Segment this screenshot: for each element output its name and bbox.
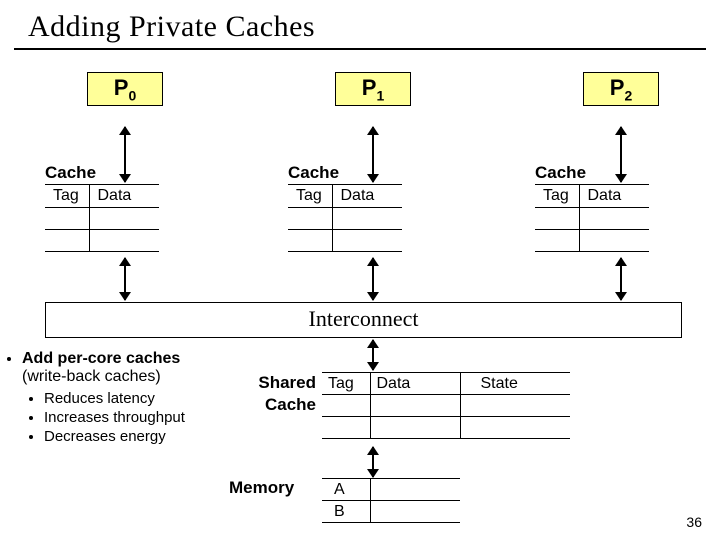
shared-label-line2: Cache (265, 395, 316, 414)
memory-rowA-key: A (322, 479, 370, 501)
cache-table-0: TagData (45, 184, 159, 252)
cache0-row2-tag (45, 230, 89, 252)
processor-p0: P0 (87, 72, 163, 106)
cache0-tag-header: Tag (45, 185, 89, 208)
p2-sub: 2 (624, 87, 632, 103)
shared-row1-tag (322, 395, 370, 417)
arrow-interconnect-shared (372, 340, 374, 370)
title-rule (14, 48, 706, 50)
memory-rowB-key: B (322, 501, 370, 523)
p1-sub: 1 (376, 87, 384, 103)
processor-p1: P1 (335, 72, 411, 106)
cache-table-2: TagData (535, 184, 649, 252)
arrow-p2-cache (620, 127, 622, 182)
cache1-tag-header: Tag (288, 185, 332, 208)
subbullet-3: Decreases energy (44, 428, 304, 445)
shared-row1-state (460, 395, 570, 417)
memory-rowB-val (370, 501, 460, 523)
memory-rowA-val (370, 479, 460, 501)
shared-row2-state (460, 417, 570, 439)
cache2-row2-tag (535, 230, 579, 252)
p1-label: P (362, 75, 377, 100)
processor-row: P0 P1 P2 (0, 72, 720, 122)
processor-p2: P2 (583, 72, 659, 106)
shared-row1-data (370, 395, 460, 417)
arrow-shared-memory (372, 447, 374, 477)
p0-sub: 0 (128, 87, 136, 103)
slide-number: 36 (686, 514, 702, 530)
shared-row2-data (370, 417, 460, 439)
cache1-data-header: Data (332, 185, 402, 208)
cache0-data-header: Data (89, 185, 159, 208)
cache1-row1-data (332, 208, 402, 230)
arrow-p0-cache (124, 127, 126, 182)
slide-title: Adding Private Caches (0, 0, 720, 48)
shared-label-line1: Shared (258, 373, 316, 392)
p0-label: P (114, 75, 129, 100)
bullet-1-bold: Add per-core caches (22, 350, 180, 367)
cache0-row2-data (89, 230, 159, 252)
cache2-data-header: Data (579, 185, 649, 208)
interconnect-box: Interconnect (45, 302, 682, 338)
arrow-cache1-interconnect (372, 258, 374, 300)
arrow-cache0-interconnect (124, 258, 126, 300)
p2-label: P (610, 75, 625, 100)
cache-label-2: Cache (535, 163, 586, 183)
cache-table-1: TagData (288, 184, 402, 252)
cache2-tag-header: Tag (535, 185, 579, 208)
cache-label-0: Cache (45, 163, 96, 183)
cache0-row1-data (89, 208, 159, 230)
shared-tag-header: Tag (322, 373, 370, 395)
shared-state-header: State (460, 373, 570, 395)
memory-label: Memory (229, 478, 294, 498)
cache0-row1-tag (45, 208, 89, 230)
cache-label-1: Cache (288, 163, 339, 183)
bullet-1-sub: (write-back caches) (22, 368, 161, 385)
shared-data-header: Data (370, 373, 460, 395)
shared-row2-tag (322, 417, 370, 439)
cache2-row1-data (579, 208, 649, 230)
shared-cache-label: Shared Cache (236, 372, 316, 416)
cache1-row1-tag (288, 208, 332, 230)
cache2-row2-data (579, 230, 649, 252)
cache1-row2-data (332, 230, 402, 252)
shared-cache-table: Tag Data State (322, 372, 570, 439)
cache2-row1-tag (535, 208, 579, 230)
memory-table: A B (322, 478, 460, 523)
cache1-row2-tag (288, 230, 332, 252)
arrow-cache2-interconnect (620, 258, 622, 300)
arrow-p1-cache (372, 127, 374, 182)
